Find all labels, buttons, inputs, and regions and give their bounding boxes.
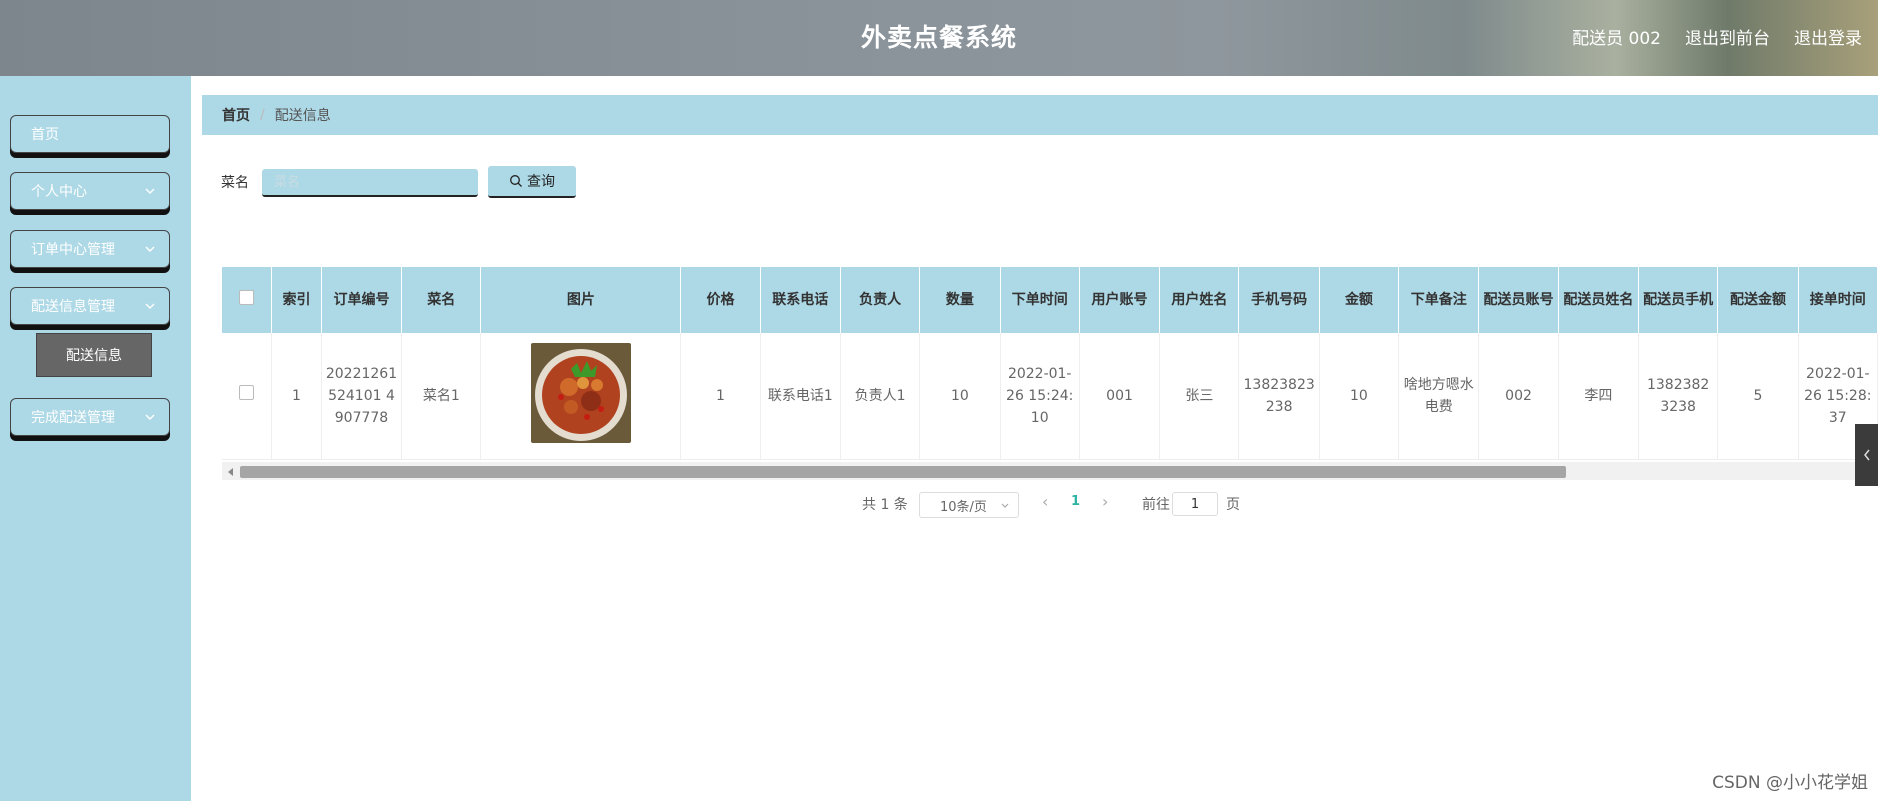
column-header[interactable]: 配送员姓名 bbox=[1558, 267, 1640, 333]
cell-mobile: 13823823238 bbox=[1238, 333, 1320, 460]
sidebar-item-completed-delivery[interactable]: 完成配送管理 bbox=[10, 398, 170, 436]
breadcrumb-separator: / bbox=[260, 107, 265, 123]
cell-courier-mobile: 13823823238 bbox=[1638, 333, 1719, 460]
goto-unit: 页 bbox=[1226, 497, 1240, 513]
logout-link[interactable]: 退出登录 bbox=[1794, 24, 1862, 49]
goto-page-input[interactable] bbox=[1172, 492, 1218, 516]
page-size-select[interactable]: 10条/页 bbox=[919, 492, 1019, 518]
cell-dish: 菜名1 bbox=[401, 333, 482, 460]
sidebar-item-delivery-info-mgmt[interactable]: 配送信息管理 bbox=[10, 287, 170, 325]
cell-note: 啥地方嗯水电费 bbox=[1398, 333, 1480, 460]
page-number-current[interactable]: 1 bbox=[1071, 494, 1080, 509]
sidebar: 首页 个人中心 订单中心管理 配送信息管理 配送信息 完成配送管理 bbox=[0, 76, 191, 801]
search-label: 菜名 bbox=[221, 175, 249, 191]
column-header[interactable]: 菜名 bbox=[401, 267, 482, 333]
prev-page-icon[interactable]: ‹ bbox=[1042, 492, 1048, 511]
sidebar-item-label: 订单中心管理 bbox=[31, 242, 115, 258]
goto-label: 前往 bbox=[1142, 497, 1170, 513]
cell-order-time: 2022-01-26 15:24:10 bbox=[1000, 333, 1080, 460]
column-header[interactable]: 金额 bbox=[1319, 267, 1400, 333]
column-header[interactable]: 配送员手机 bbox=[1638, 267, 1719, 333]
cell-image bbox=[480, 333, 682, 460]
sidebar-item-label: 配送信息管理 bbox=[31, 299, 115, 315]
chevron-down-icon bbox=[145, 414, 155, 420]
column-header[interactable]: 下单时间 bbox=[1000, 267, 1080, 333]
scrollbar-thumb[interactable] bbox=[240, 466, 1566, 478]
sidebar-subitem-delivery-info[interactable]: 配送信息 bbox=[36, 333, 152, 377]
cell-amount: 10 bbox=[1319, 333, 1400, 460]
cell-phone: 联系电话1 bbox=[760, 333, 841, 460]
cell-user-account: 001 bbox=[1079, 333, 1161, 460]
column-header[interactable]: 订单编号 bbox=[321, 267, 403, 333]
chevron-left-icon bbox=[1863, 449, 1870, 461]
column-header[interactable]: 负责人 bbox=[840, 267, 921, 333]
column-header[interactable]: 配送金额 bbox=[1717, 267, 1799, 333]
header-links: 配送员 002 退出到前台 退出登录 bbox=[1572, 24, 1862, 49]
column-header[interactable]: 用户账号 bbox=[1079, 267, 1161, 333]
horizontal-scrollbar[interactable] bbox=[222, 462, 1878, 480]
breadcrumb: 首页 / 配送信息 bbox=[202, 95, 1878, 135]
collapse-panel-handle[interactable] bbox=[1855, 424, 1878, 486]
cell-index: 1 bbox=[271, 333, 322, 460]
column-header[interactable]: 索引 bbox=[271, 267, 322, 333]
cell-delivery-amount: 5 bbox=[1717, 333, 1799, 460]
dish-image bbox=[530, 342, 631, 443]
select-all-checkbox[interactable] bbox=[239, 289, 255, 305]
column-header[interactable]: 图片 bbox=[480, 267, 682, 333]
search-icon bbox=[510, 175, 522, 187]
select-all-cell bbox=[222, 267, 273, 333]
user-label: 配送员 002 bbox=[1572, 29, 1661, 49]
sidebar-item-home[interactable]: 首页 bbox=[10, 115, 170, 153]
cell-user-name: 张三 bbox=[1159, 333, 1240, 460]
chevron-down-icon bbox=[145, 246, 155, 252]
search-button-label: 查询 bbox=[527, 174, 555, 190]
cell-price: 1 bbox=[680, 333, 761, 460]
sidebar-item-personal-center[interactable]: 个人中心 bbox=[10, 172, 170, 210]
row-checkbox[interactable] bbox=[239, 385, 255, 400]
data-table-container: 索引 订单编号 菜名 图片 价格 联系电话 负责人 数量 下单时间 用户账号 用… bbox=[222, 267, 1878, 462]
total-count: 共 1 条 bbox=[862, 497, 908, 513]
column-header[interactable]: 配送员账号 bbox=[1478, 267, 1559, 333]
column-header[interactable]: 数量 bbox=[919, 267, 1001, 333]
cell-manager: 负责人1 bbox=[840, 333, 921, 460]
search-input[interactable] bbox=[262, 169, 478, 197]
chevron-down-icon bbox=[145, 303, 155, 309]
column-header[interactable]: 联系电话 bbox=[760, 267, 841, 333]
row-select-cell bbox=[222, 333, 273, 460]
column-header[interactable]: 手机号码 bbox=[1238, 267, 1320, 333]
cell-courier-account: 002 bbox=[1478, 333, 1559, 460]
data-table: 索引 订单编号 菜名 图片 价格 联系电话 负责人 数量 下单时间 用户账号 用… bbox=[222, 267, 1878, 460]
chevron-down-icon bbox=[1001, 503, 1009, 508]
sidebar-item-order-center[interactable]: 订单中心管理 bbox=[10, 230, 170, 268]
sidebar-item-label: 个人中心 bbox=[31, 184, 87, 200]
sidebar-item-label: 首页 bbox=[31, 127, 59, 143]
back-to-front-link[interactable]: 退出到前台 bbox=[1685, 24, 1770, 49]
breadcrumb-current: 配送信息 bbox=[274, 108, 331, 124]
cell-courier-name: 李四 bbox=[1558, 333, 1640, 460]
chevron-down-icon bbox=[145, 188, 155, 194]
table-header-row: 索引 订单编号 菜名 图片 价格 联系电话 负责人 数量 下单时间 用户账号 用… bbox=[222, 267, 1878, 333]
table-row[interactable]: 1 20221261524101 4907778 菜名1 1 联系电话1 负责人… bbox=[222, 333, 1878, 460]
top-header: 外卖点餐系统 配送员 002 退出到前台 退出登录 bbox=[0, 0, 1878, 76]
page-size-value: 10条/页 bbox=[940, 499, 987, 515]
cell-order-no: 20221261524101 4907778 bbox=[321, 333, 403, 460]
search-button[interactable]: 查询 bbox=[488, 166, 576, 198]
next-page-icon[interactable]: › bbox=[1102, 492, 1108, 511]
sidebar-item-label: 完成配送管理 bbox=[31, 410, 115, 426]
column-header[interactable]: 用户姓名 bbox=[1159, 267, 1240, 333]
scroll-left-icon[interactable] bbox=[228, 468, 233, 476]
column-header[interactable]: 下单备注 bbox=[1398, 267, 1480, 333]
cell-quantity: 10 bbox=[919, 333, 1001, 460]
watermark: CSDN @小小花学姐 bbox=[1712, 773, 1868, 793]
column-header[interactable]: 接单时间 bbox=[1798, 267, 1878, 333]
breadcrumb-home[interactable]: 首页 bbox=[222, 105, 250, 125]
column-header[interactable]: 价格 bbox=[680, 267, 761, 333]
